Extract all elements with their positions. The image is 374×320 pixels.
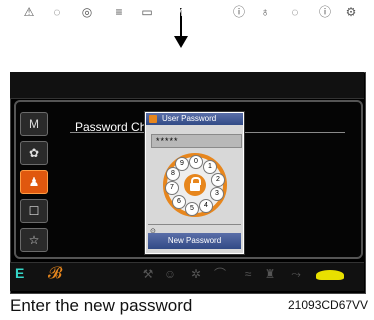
user-password-dialog: User Password ***** 0 1 2 3 4 5 6 7 8 9 …	[145, 112, 244, 254]
boom-mode-icon: 𝓑	[48, 265, 63, 282]
dialog-title-bar: User Password	[146, 113, 243, 125]
engine-icon: ◌	[53, 5, 61, 19]
user-button[interactable]: ♟	[20, 170, 48, 194]
dial-digit-5[interactable]: 5	[185, 202, 199, 216]
user-icon: ♟	[28, 175, 40, 189]
preheat-icon: ≡	[115, 5, 123, 19]
dial-digit-2[interactable]: 2	[211, 173, 225, 187]
wiper-icon: ⌒	[213, 267, 226, 281]
temperature-icon: ♁	[260, 5, 270, 19]
warning-icon: ⚠	[23, 5, 35, 19]
page-title: Manage.	[174, 7, 217, 19]
dial-digit-1[interactable]: 1	[203, 160, 217, 174]
brake-icon: ⓘ	[318, 5, 331, 19]
gear-icon: ✿	[28, 146, 40, 160]
bottom-bar	[10, 262, 364, 291]
gear-warning-icon: ⚙	[345, 5, 357, 19]
battery-icon: ▭	[141, 5, 153, 19]
dial-digit-7[interactable]: 7	[165, 181, 179, 195]
menu-button-m[interactable]: M	[20, 112, 48, 136]
seat-icon: ♜	[264, 267, 276, 281]
lock-center-icon	[184, 174, 206, 196]
smile-icon: ☺	[163, 267, 177, 281]
hammer-icon: ⚒	[142, 267, 154, 281]
dialog-title: User Password	[162, 114, 217, 123]
dial-digit-6[interactable]: 6	[172, 195, 186, 209]
tv-button[interactable]: ☐	[20, 199, 48, 223]
lock-body	[190, 183, 200, 191]
dial-digit-0[interactable]: 0	[189, 155, 203, 169]
dial-digit-4[interactable]: 4	[199, 199, 213, 213]
turtle-speed-icon	[316, 270, 344, 280]
figure-code: 21093CD67VV	[288, 298, 369, 312]
down-arrow-icon	[174, 36, 188, 48]
password-input[interactable]: *****	[151, 134, 242, 148]
menu-label-m: M	[29, 117, 39, 131]
lamp-icon: ≈	[244, 267, 252, 281]
top-bar	[10, 72, 364, 99]
oil-icon: ◎	[81, 5, 93, 19]
tv-icon: ☐	[28, 204, 40, 218]
settings-button[interactable]: ✿	[20, 141, 48, 165]
dialog-divider	[148, 224, 241, 225]
dial-digit-9[interactable]: 9	[175, 157, 189, 171]
lock-icon	[149, 115, 157, 123]
dial-digit-3[interactable]: 3	[210, 187, 224, 201]
travel-icon: ⤳	[291, 267, 301, 281]
number-dial[interactable]: 0 1 2 3 4 5 6 7 8 9	[163, 153, 227, 217]
new-password-button[interactable]: New Password	[148, 233, 241, 249]
hydraulic-icon: ◌	[291, 5, 299, 19]
star-icon: ☆	[28, 233, 40, 247]
fan-icon: ✲	[190, 267, 202, 281]
favorite-button[interactable]: ☆	[20, 228, 48, 252]
mode-e-indicator: E	[15, 265, 25, 281]
info-icon: ⓘ	[232, 5, 245, 19]
caption-text: Enter the new password	[10, 296, 193, 315]
